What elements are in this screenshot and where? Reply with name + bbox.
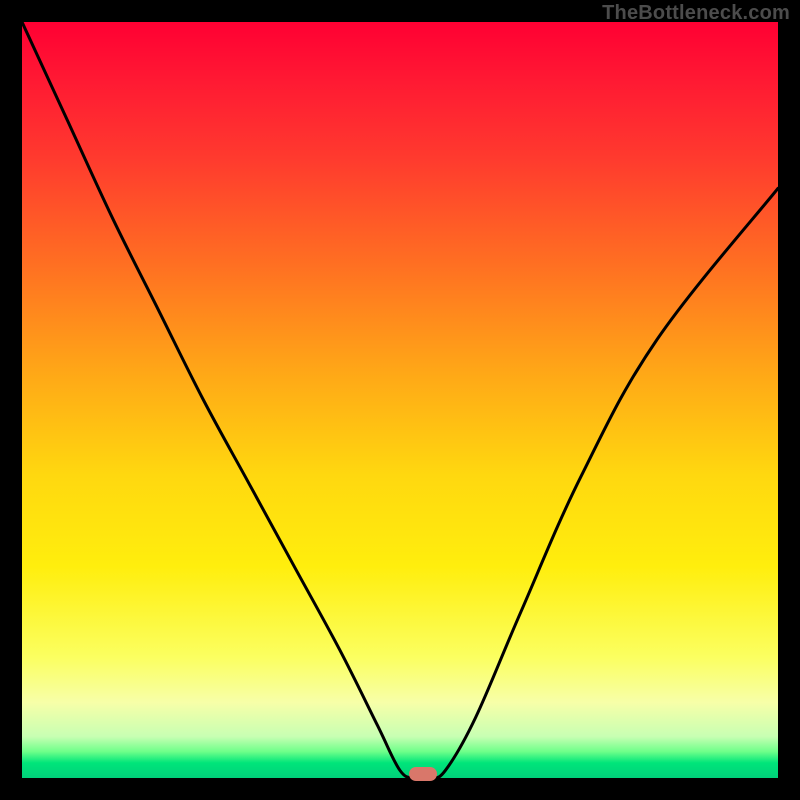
plot-area — [22, 22, 778, 778]
chart-frame: TheBottleneck.com — [0, 0, 800, 800]
curve-svg — [22, 22, 778, 778]
bottleneck-curve — [22, 22, 778, 778]
optimal-marker — [409, 767, 437, 781]
